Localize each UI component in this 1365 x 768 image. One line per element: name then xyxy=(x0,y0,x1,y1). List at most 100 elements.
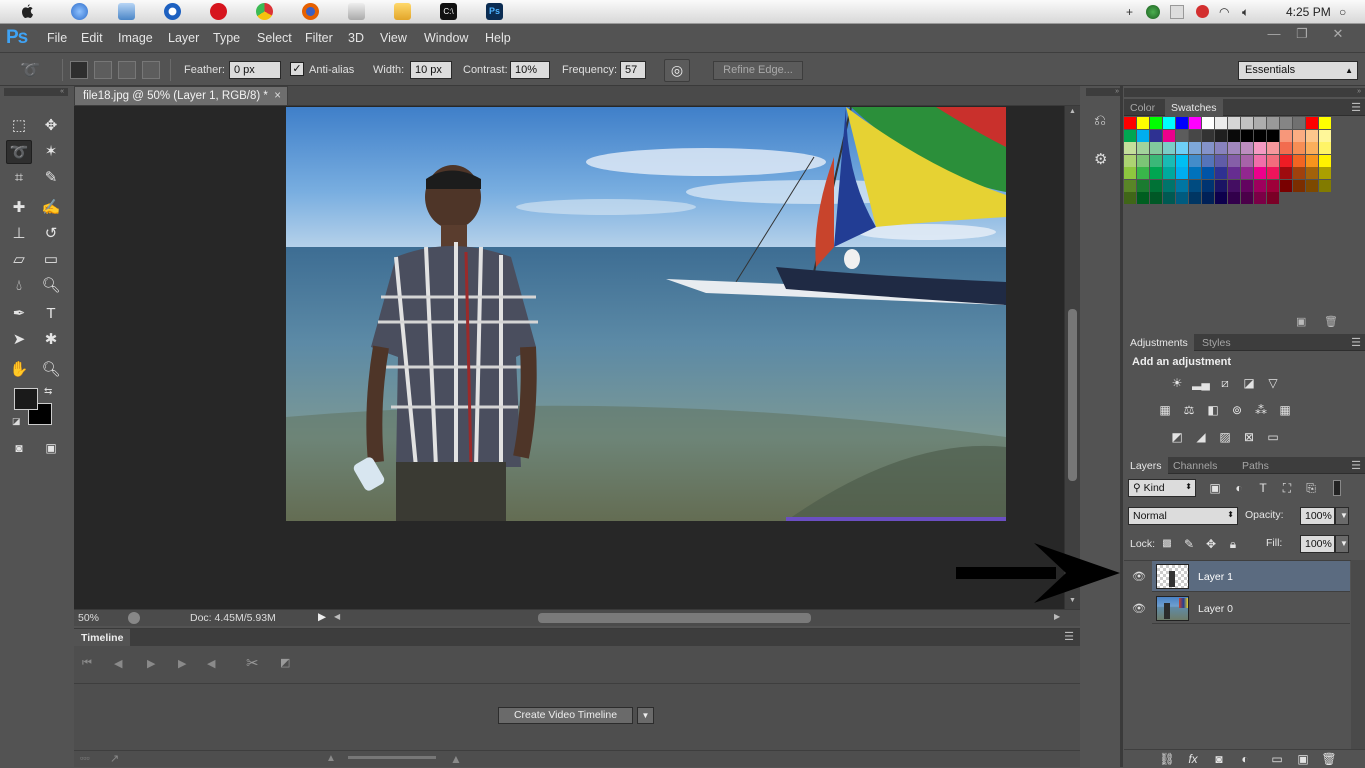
blur-tool-icon[interactable]: 💧︎ xyxy=(6,274,32,298)
restore-button[interactable]: ❐ xyxy=(1290,27,1314,41)
fill-input[interactable]: 100% xyxy=(1300,535,1335,553)
quick-mask-icon[interactable]: ◙ xyxy=(6,436,32,460)
swatch[interactable] xyxy=(1150,179,1162,192)
swatch[interactable] xyxy=(1267,179,1279,192)
gradient-tool-icon[interactable]: ▭ xyxy=(38,248,64,272)
menu-view[interactable]: View xyxy=(380,31,407,45)
play-icon[interactable]: ▶ xyxy=(147,657,155,670)
vertical-scroll-thumb[interactable] xyxy=(1068,309,1077,481)
document-tab[interactable]: file18.jpg @ 50% (Layer 1, RGB/8) * × xyxy=(74,86,288,106)
tab-swatches[interactable]: Swatches xyxy=(1165,99,1223,116)
new-swatch-icon[interactable]: ▣ xyxy=(1296,315,1306,328)
lock-position-icon[interactable]: ✥ xyxy=(1202,536,1220,552)
filter-shape-icon[interactable]: ⛶ xyxy=(1278,480,1296,496)
vibrance-icon[interactable]: ▽ xyxy=(1264,375,1282,391)
swatch[interactable] xyxy=(1254,167,1266,179)
swatch[interactable] xyxy=(1241,167,1253,179)
audio-icon[interactable]: ◀ xyxy=(207,657,215,670)
swatch[interactable] xyxy=(1228,167,1240,179)
document-canvas[interactable] xyxy=(286,107,1006,521)
panel-menu-icon[interactable]: ☰ xyxy=(1351,459,1361,472)
transition-icon[interactable]: ◩ xyxy=(280,656,290,669)
firefox-icon[interactable] xyxy=(302,3,319,20)
mail-icon[interactable] xyxy=(348,3,365,20)
swatch[interactable] xyxy=(1137,179,1149,192)
terminal-icon[interactable]: C:\ xyxy=(440,3,457,20)
photo-filter-icon[interactable]: ⊚ xyxy=(1228,402,1246,418)
swatch[interactable] xyxy=(1267,154,1279,167)
lock-all-icon[interactable]: 🔒︎ xyxy=(1224,536,1242,552)
color-balance-icon[interactable]: ⚖ xyxy=(1180,402,1198,418)
scroll-up-icon[interactable]: ▲ xyxy=(1069,108,1076,115)
delete-swatch-icon[interactable]: 🗑︎ xyxy=(1324,315,1338,328)
feather-input[interactable]: 0 px xyxy=(229,61,281,79)
add-mask-icon[interactable]: ◙ xyxy=(1210,751,1228,767)
minimize-button[interactable]: — xyxy=(1262,27,1286,41)
swatch[interactable] xyxy=(1176,179,1188,192)
swatch[interactable] xyxy=(1163,167,1175,179)
swatch[interactable] xyxy=(1163,179,1175,192)
swatch[interactable] xyxy=(1202,117,1214,129)
path-selection-tool-icon[interactable]: ➤ xyxy=(6,328,32,352)
swatch[interactable] xyxy=(1241,179,1253,192)
swatch[interactable] xyxy=(1267,142,1279,154)
tablet-pressure-button[interactable]: ◎ xyxy=(664,59,690,82)
swatch[interactable] xyxy=(1124,142,1136,154)
menu-help[interactable]: Help xyxy=(485,31,511,45)
swatch[interactable] xyxy=(1319,129,1331,142)
layers-scrollbar[interactable] xyxy=(1351,560,1365,750)
menu-window[interactable]: Window xyxy=(424,31,468,45)
swatch[interactable] xyxy=(1150,192,1162,204)
panel-menu-icon[interactable]: ☰ xyxy=(1351,101,1361,114)
swatch[interactable] xyxy=(1241,154,1253,167)
swatch[interactable] xyxy=(1124,117,1136,129)
swatch[interactable] xyxy=(1228,192,1240,204)
swatch[interactable] xyxy=(1254,117,1266,129)
swatch[interactable] xyxy=(1202,129,1214,142)
add-selection-icon[interactable] xyxy=(94,61,112,79)
shape-tool-icon[interactable]: ✱ xyxy=(38,328,64,352)
magnetic-lasso-preset-icon[interactable]: ➰ xyxy=(20,60,40,80)
magic-wand-tool-icon[interactable]: ✶ xyxy=(38,140,64,164)
menu-layer[interactable]: Layer xyxy=(168,31,199,45)
history-panel-icon[interactable]: ⎌ xyxy=(1094,112,1114,132)
swatch[interactable] xyxy=(1189,154,1201,167)
zoom-tool-icon[interactable]: 🔍︎ xyxy=(38,358,64,382)
swatch[interactable] xyxy=(1124,179,1136,192)
layer-name[interactable]: Layer 1 xyxy=(1198,571,1233,583)
visibility-eye-icon[interactable]: 👁︎ xyxy=(1132,570,1146,583)
brush-tool-icon[interactable]: ✍ xyxy=(38,196,64,220)
close-window-button[interactable]: ✕ xyxy=(1326,27,1350,41)
tab-paths[interactable]: Paths xyxy=(1236,457,1275,474)
swatch[interactable] xyxy=(1293,179,1305,192)
clone-stamp-tool-icon[interactable]: ⊥ xyxy=(6,222,32,246)
swap-colors-icon[interactable]: ⇆ xyxy=(44,386,52,397)
swatch[interactable] xyxy=(1254,192,1266,204)
subtract-selection-icon[interactable] xyxy=(118,61,136,79)
workspace-select[interactable]: Essentials ▲ xyxy=(1238,61,1358,80)
search-icon[interactable]: ○ xyxy=(1339,5,1346,19)
swatch[interactable] xyxy=(1319,142,1331,154)
swatch[interactable] xyxy=(1189,179,1201,192)
panel-menu-icon[interactable]: ☰ xyxy=(1064,630,1074,643)
next-frame-icon[interactable]: ▶ xyxy=(178,657,186,670)
swatch[interactable] xyxy=(1202,179,1214,192)
folder-icon[interactable] xyxy=(394,3,411,20)
menu-type[interactable]: Type xyxy=(213,31,240,45)
swatch[interactable] xyxy=(1280,154,1292,167)
vertical-scrollbar[interactable]: ▲ ▼ xyxy=(1064,106,1080,609)
swatch[interactable] xyxy=(1306,129,1318,142)
tab-adjustments[interactable]: Adjustments xyxy=(1124,334,1194,351)
posterize-icon[interactable]: ◢ xyxy=(1192,429,1210,445)
swatch[interactable] xyxy=(1150,154,1162,167)
volume-muted-icon[interactable] xyxy=(1170,5,1184,19)
swatch[interactable] xyxy=(1163,142,1175,154)
swatch[interactable] xyxy=(1163,192,1175,204)
menu-filter[interactable]: Filter xyxy=(305,31,333,45)
swatch[interactable] xyxy=(1228,117,1240,129)
delete-layer-icon[interactable]: 🗑︎ xyxy=(1320,751,1338,767)
intersect-selection-icon[interactable] xyxy=(142,61,160,79)
layer-row-layer-1[interactable]: Layer 1 xyxy=(1152,561,1350,592)
timeline-zoom-slider[interactable] xyxy=(348,756,436,759)
swatch[interactable] xyxy=(1306,117,1318,129)
